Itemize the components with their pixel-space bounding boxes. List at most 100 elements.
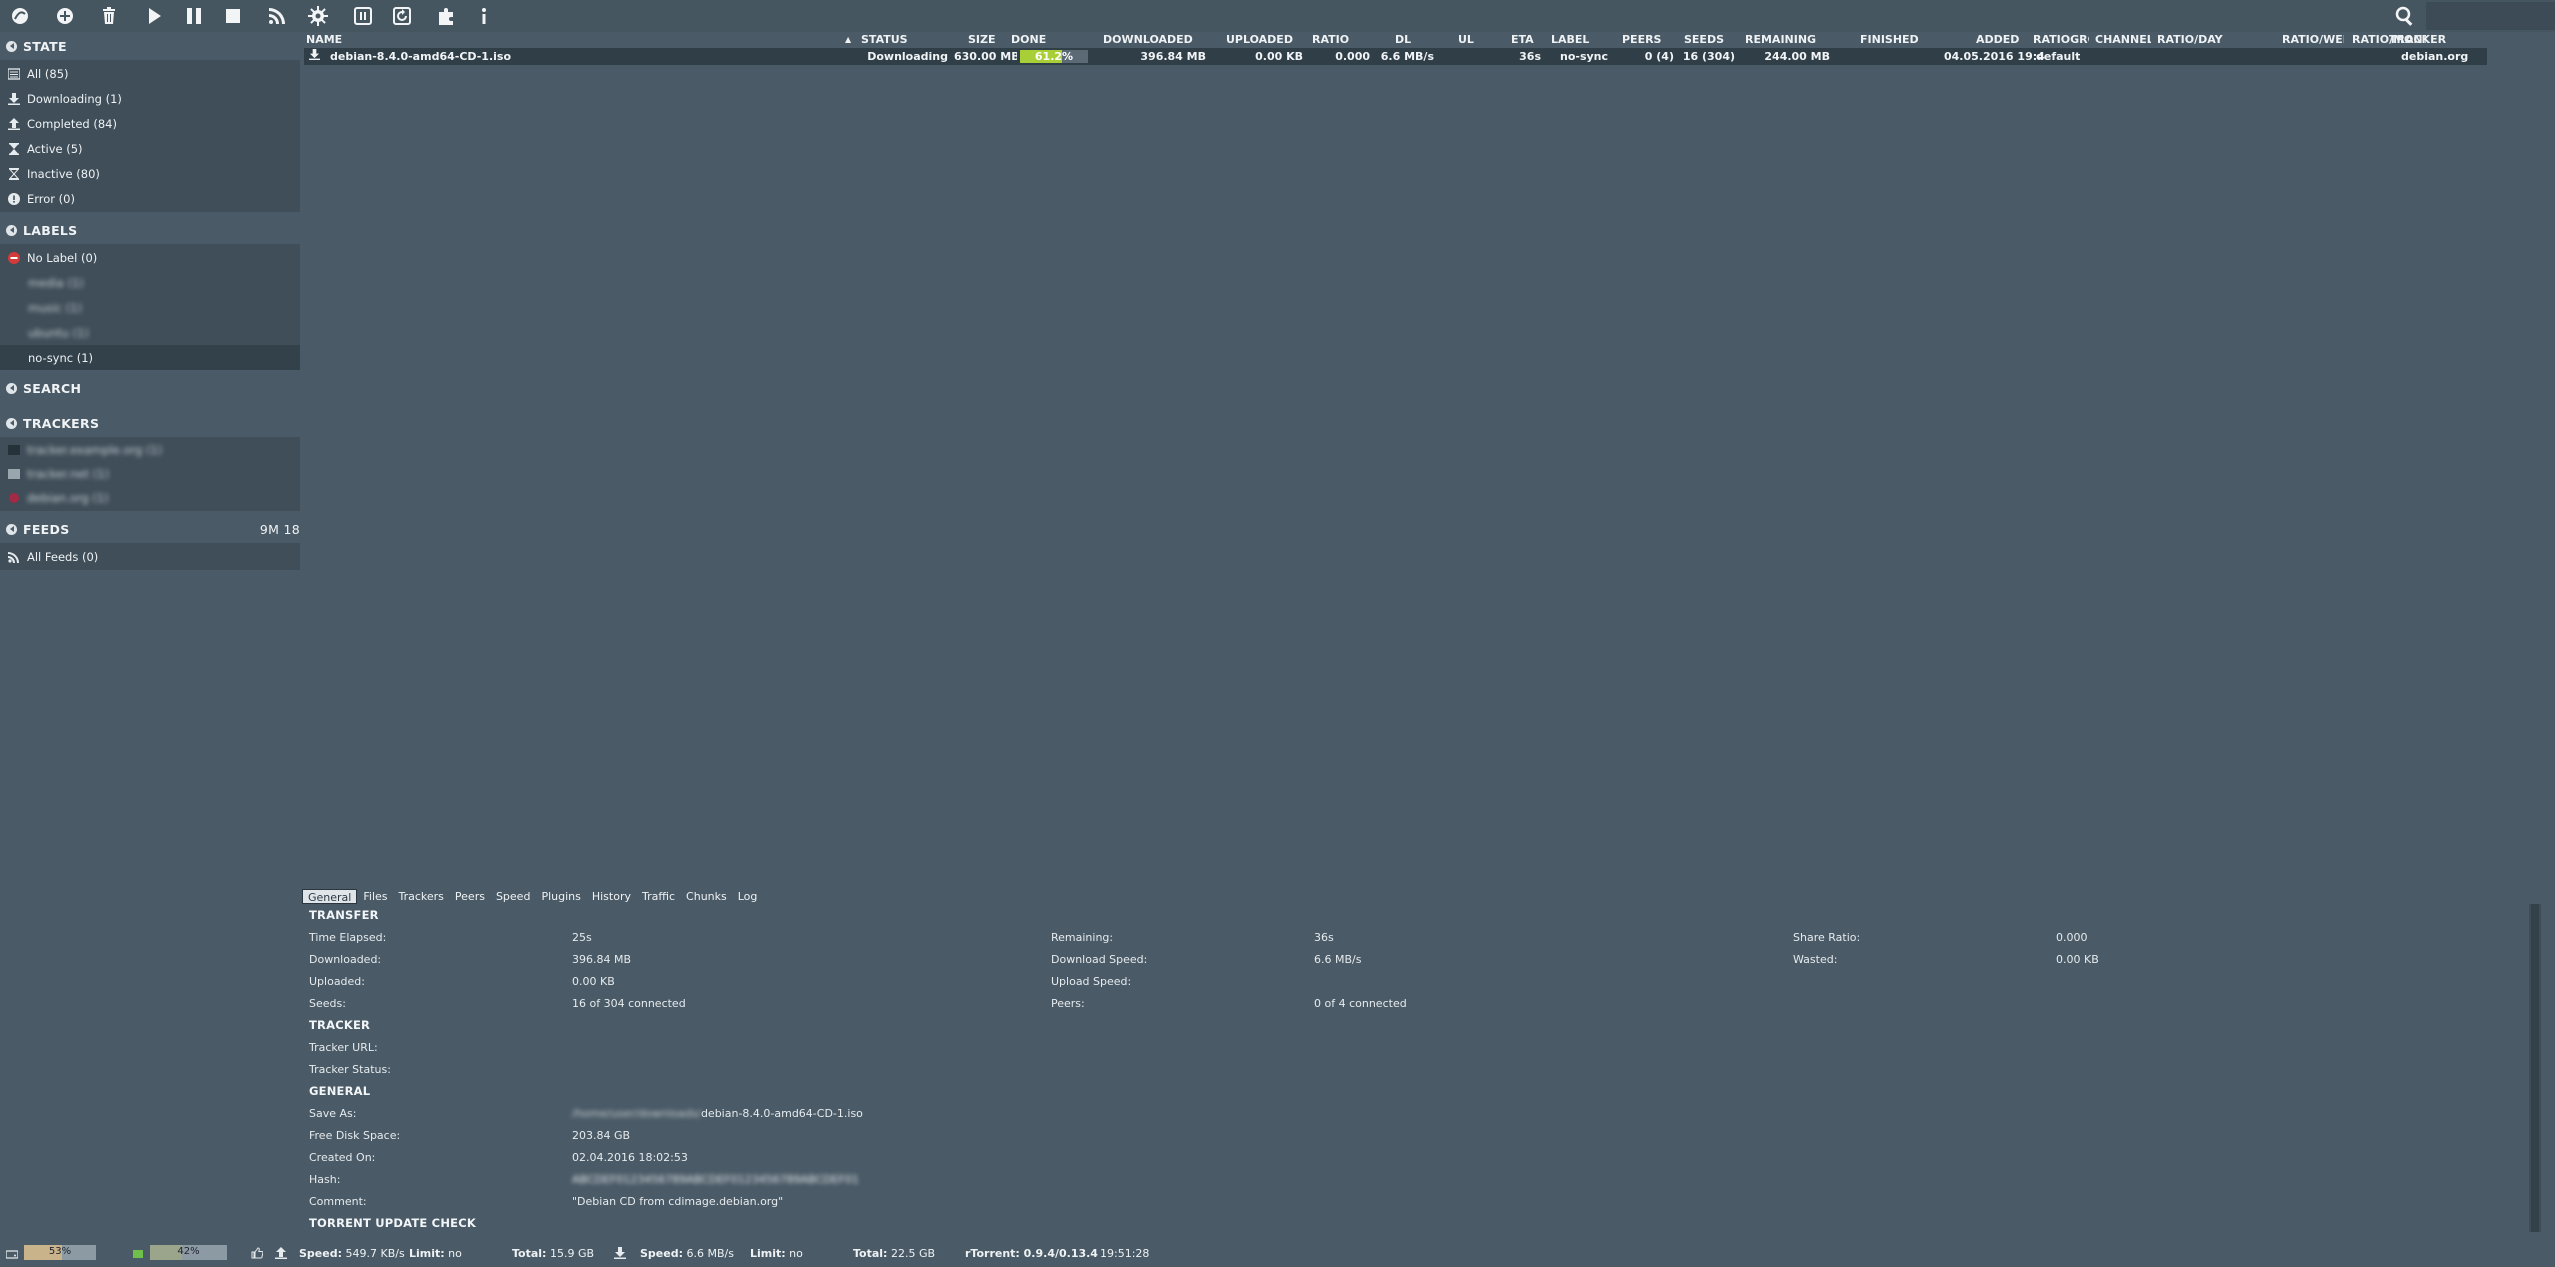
column-tracker[interactable]: TRACKER [2389, 33, 2446, 46]
column-channel[interactable]: CHANNEL [2095, 33, 2151, 46]
comment-label: Comment: [309, 1195, 367, 1208]
settings-button[interactable] [305, 3, 331, 29]
column-seeds[interactable]: SEEDS [1684, 33, 1724, 46]
search-input[interactable] [2426, 2, 2555, 30]
thumbs-up-icon[interactable] [251, 1247, 264, 1262]
tracker-favicon-icon [8, 444, 20, 456]
tab-chunks[interactable]: Chunks [681, 889, 732, 904]
torrent-row[interactable]: debian-8.4.0-amd64-CD-1.iso Downloading … [304, 48, 2487, 65]
column-size[interactable]: SIZE [968, 33, 996, 46]
tab-traffic[interactable]: Traffic [637, 889, 680, 904]
general-heading: GENERAL [309, 1084, 371, 1098]
about-info-button[interactable] [471, 3, 497, 29]
collapse-icon[interactable] [6, 224, 17, 236]
tab-log[interactable]: Log [733, 889, 763, 904]
collapse-icon[interactable] [6, 523, 17, 535]
download-speed-label: Download Speed: [1051, 953, 1148, 966]
download-speed-value: 6.6 MB/s [1314, 953, 1362, 966]
feed-item-all[interactable]: All Feeds (0) [0, 544, 300, 569]
pause-button[interactable] [181, 3, 207, 29]
progress-bar: 61.2% [1020, 50, 1088, 63]
state-item-label: Active (5) [27, 141, 83, 156]
column-ratio-day[interactable]: RATIO/DAY [2157, 33, 2225, 46]
column-done[interactable]: DONE [1011, 33, 1046, 46]
label-item-2[interactable]: music (1) [0, 295, 300, 320]
tracker-item-1[interactable]: tracker.example.org (1) [0, 438, 300, 462]
label-item-1[interactable]: media (1) [0, 270, 300, 295]
tab-speed[interactable]: Speed [491, 889, 535, 904]
column-added[interactable]: ADDED [1976, 33, 2019, 46]
tab-peers[interactable]: Peers [450, 889, 490, 904]
pause-all-button[interactable] [350, 3, 376, 29]
start-button[interactable] [141, 3, 167, 29]
peers-label: Peers: [1051, 997, 1085, 1010]
tab-trackers[interactable]: Trackers [394, 889, 449, 904]
tab-general[interactable]: General [302, 889, 358, 904]
webui-logo-icon[interactable] [7, 3, 33, 29]
upload-speed-status[interactable]: Speed: 549.7 KB/s [299, 1247, 405, 1260]
column-dl[interactable]: DL [1395, 33, 1411, 46]
state-item-downloading[interactable]: Downloading (1) [0, 86, 300, 111]
feeds-section-header[interactable]: FEEDS 9M 18 [0, 515, 300, 543]
collapse-icon[interactable] [6, 382, 17, 394]
label-item-3[interactable]: ubuntu (1) [0, 320, 300, 345]
column-eta[interactable]: ETA [1511, 33, 1534, 46]
download-speed-status[interactable]: Speed: 6.6 MB/s [640, 1247, 734, 1260]
upload-limit-status[interactable]: Limit: no [409, 1247, 462, 1260]
download-limit-status[interactable]: Limit: no [750, 1247, 803, 1260]
tab-history[interactable]: History [587, 889, 636, 904]
tracker-item-3[interactable]: debian.org (1) [0, 486, 300, 510]
sort-ascending-icon[interactable]: ▲ [845, 35, 851, 44]
label-item-label: media (1) [28, 275, 84, 290]
disk-icon [5, 1248, 19, 1263]
label-item-no-sync[interactable]: no-sync (1) [0, 345, 300, 370]
state-section-header[interactable]: STATE [0, 32, 300, 60]
remove-torrent-button[interactable] [96, 3, 122, 29]
collapse-icon[interactable] [6, 417, 17, 429]
tracker-heading: TRACKER [309, 1018, 371, 1032]
search-section-header[interactable]: SEARCH [0, 374, 300, 402]
download-icon [8, 92, 20, 105]
column-name[interactable]: NAME [306, 33, 342, 46]
stop-button[interactable] [220, 3, 246, 29]
column-ratio-week[interactable]: RATIO/WEEK [2282, 33, 2344, 46]
rss-button[interactable] [264, 3, 290, 29]
plugins-button[interactable] [433, 3, 459, 29]
column-remaining[interactable]: REMAINING [1745, 33, 1816, 46]
tracker-item-2[interactable]: tracker.net (1) [0, 462, 300, 486]
column-ratiogroup[interactable]: RATIOGROUP [2033, 33, 2089, 46]
state-item-error[interactable]: Error (0) [0, 186, 300, 211]
column-label[interactable]: LABEL [1551, 33, 1589, 46]
upload-total-status: Total: 15.9 GB [512, 1247, 594, 1260]
column-peers[interactable]: PEERS [1622, 33, 1661, 46]
cell-size: 630.00 MB [954, 50, 1017, 63]
state-item-completed[interactable]: Completed (84) [0, 111, 300, 136]
share-ratio-value: 0.000 [2056, 931, 2088, 944]
search-icon[interactable] [2392, 3, 2418, 29]
collapse-icon[interactable] [6, 40, 17, 52]
column-ul[interactable]: UL [1458, 33, 1474, 46]
state-item-all[interactable]: All (85) [0, 61, 300, 86]
tab-plugins[interactable]: Plugins [536, 889, 585, 904]
state-item-inactive[interactable]: Inactive (80) [0, 161, 300, 186]
state-item-active[interactable]: Active (5) [0, 136, 300, 161]
column-finished[interactable]: FINISHED [1860, 33, 1919, 46]
trackers-section-header[interactable]: TRACKERS [0, 409, 300, 437]
download-total-status: Total: 22.5 GB [853, 1247, 935, 1260]
refresh-button[interactable] [389, 3, 415, 29]
clock: 19:51:28 [1100, 1247, 1150, 1260]
column-downloaded[interactable]: DOWNLOADED [1103, 33, 1193, 46]
scrollbar-thumb[interactable] [2531, 904, 2539, 1232]
labels-section-header[interactable]: LABELS [0, 216, 300, 244]
memory-usage-text: 42% [177, 1246, 200, 1257]
search-section-title: SEARCH [23, 380, 82, 396]
details-scrollbar[interactable] [2529, 904, 2541, 1232]
column-status[interactable]: STATUS [861, 33, 908, 46]
add-torrent-button[interactable] [52, 3, 78, 29]
column-ratio[interactable]: RATIO [1312, 33, 1349, 46]
upload-icon [275, 1247, 287, 1262]
cell-remaining: 244.00 MB [1764, 50, 1830, 63]
column-uploaded[interactable]: UPLOADED [1226, 33, 1293, 46]
label-item-no-label[interactable]: No Label (0) [0, 245, 300, 270]
tab-files[interactable]: Files [358, 889, 392, 904]
